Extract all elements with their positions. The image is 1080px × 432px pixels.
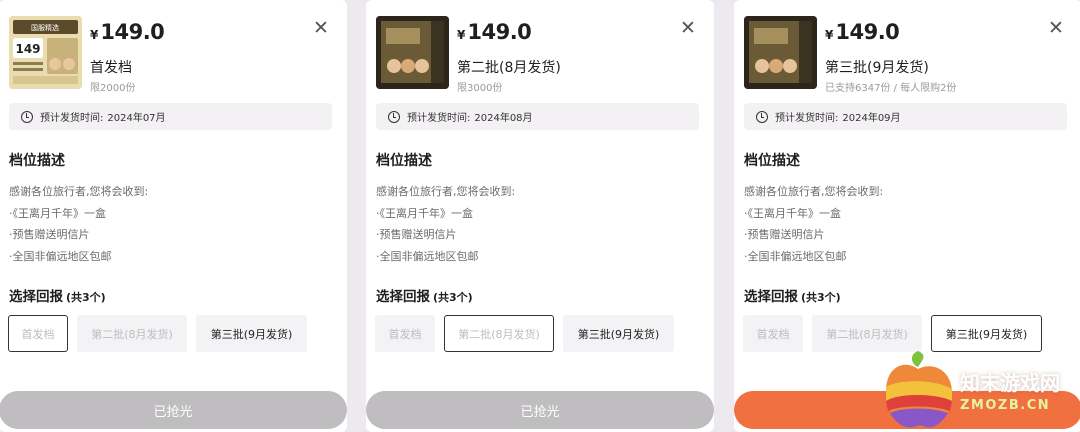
tier-name: 第二批(8月发货) [457,60,561,76]
cover-label-text: 国服精选 [31,23,59,32]
sold-out-button[interactable]: 已抢光 [366,391,714,429]
tier-description-title: 档位描述 [744,153,800,169]
description-line: ·《王离月千年》一盒 [376,206,473,220]
reward-options: 首发档 第二批(8月发货) 第三批(9月发货) [8,315,307,352]
currency-symbol: ¥ [825,28,834,42]
clock-icon [388,110,400,123]
close-icon[interactable]: ✕ [678,18,698,38]
tier-limit: 限3000份 [457,83,503,94]
close-icon[interactable]: ✕ [1046,18,1066,38]
currency-symbol: ¥ [90,28,99,42]
watermark-name: 知末游戏网 [960,371,1060,395]
option-second-batch[interactable]: 第二批(8月发货) [444,315,554,352]
shipping-info: 预计发货时间: 2024年07月 [9,103,332,130]
shipping-date: 2024年09月 [842,113,901,124]
tier-description: 感谢各位旅行者,您将会收到: ·《王离月千年》一盒 ·预售赠送明信片 ·全国非偏… [376,181,515,267]
choose-reward-label: 选择回报 [744,289,798,305]
reward-panel-first: 国服精选 149 ¥ 149.0 首发档 限2000份 ✕ 预计发货时间: 20… [0,0,347,432]
reward-count: (共3个) [66,291,106,304]
choose-reward-label: 选择回报 [376,289,430,305]
description-line: ·预售赠送明信片 [376,228,457,241]
price-value: 149.0 [100,20,165,44]
option-first-batch[interactable]: 首发档 [743,315,803,352]
choose-reward-title: 选择回报 (共3个) [744,285,841,305]
reward-count: (共3个) [433,291,473,304]
clock-icon [21,110,33,123]
product-cover-image [744,16,817,89]
price: ¥ 149.0 [457,20,532,44]
choose-reward-title: 选择回报 (共3个) [376,285,473,305]
price: ¥ 149.0 [825,20,900,44]
description-line: 感谢各位旅行者,您将会收到: [744,185,884,198]
price-value: 149.0 [467,20,532,44]
shipping-label: 预计发货时间: [40,113,104,124]
option-second-batch[interactable]: 第二批(8月发货) [77,315,187,352]
shipping-info: 预计发货时间: 2024年09月 [744,103,1067,130]
description-line: ·《王离月千年》一盒 [9,206,106,220]
description-line: ·全国非偏远地区包邮 [376,249,479,263]
tier-limit: 限2000份 [90,83,136,94]
shipping-label: 预计发货时间: [775,113,839,124]
product-cover-image [376,16,449,89]
apple-logo-icon [886,351,952,428]
option-third-batch[interactable]: 第三批(9月发货) [196,315,307,352]
description-line: 感谢各位旅行者,您将会收到: [9,185,149,198]
description-line: 感谢各位旅行者,您将会收到: [376,185,516,198]
shipping-label: 预计发货时间: [407,113,471,124]
choose-reward-label: 选择回报 [9,289,63,305]
option-first-batch[interactable]: 首发档 [375,315,435,352]
description-line: ·预售赠送明信片 [744,228,825,241]
clock-icon [756,110,768,123]
close-icon[interactable]: ✕ [311,18,331,38]
description-line: ·《王离月千年》一盒 [744,206,841,220]
shipping-date: 2024年07月 [107,113,166,124]
tier-description-title: 档位描述 [376,153,432,169]
product-cover-image: 国服精选 149 [9,16,82,89]
reward-panel-second: ¥ 149.0 第二批(8月发货) 限3000份 ✕ 预计发货时间: 2024年… [366,0,714,432]
description-line: ·全国非偏远地区包邮 [9,249,112,263]
description-line: ·全国非偏远地区包邮 [744,249,847,263]
shipping-date: 2024年08月 [474,113,533,124]
sold-out-button[interactable]: 已抢光 [0,391,347,429]
tier-description-title: 档位描述 [9,153,65,169]
choose-reward-title: 选择回报 (共3个) [9,285,106,305]
price-value: 149.0 [835,20,900,44]
cover-price-text: 149 [15,42,40,56]
tier-name: 首发档 [90,60,132,76]
option-first-batch[interactable]: 首发档 [8,315,68,352]
tier-limit: 已支持6347份 / 每人限购2份 [825,83,957,94]
option-third-batch[interactable]: 第三批(9月发货) [563,315,674,352]
tier-description: 感谢各位旅行者,您将会收到: ·《王离月千年》一盒 ·预售赠送明信片 ·全国非偏… [9,181,148,267]
shipping-info: 预计发货时间: 2024年08月 [376,103,699,130]
description-line: ·预售赠送明信片 [9,228,90,241]
watermark-domain: ZMOZB.CN [960,398,1051,413]
currency-symbol: ¥ [457,28,466,42]
reward-count: (共3个) [801,291,841,304]
reward-options: 首发档 第二批(8月发货) 第三批(9月发货) [375,315,674,352]
site-watermark: 知末游戏网 ZMOZB.CN [878,347,1078,432]
price: ¥ 149.0 [90,20,165,44]
tier-name: 第三批(9月发货) [825,60,929,76]
tier-description: 感谢各位旅行者,您将会收到: ·《王离月千年》一盒 ·预售赠送明信片 ·全国非偏… [744,181,883,267]
